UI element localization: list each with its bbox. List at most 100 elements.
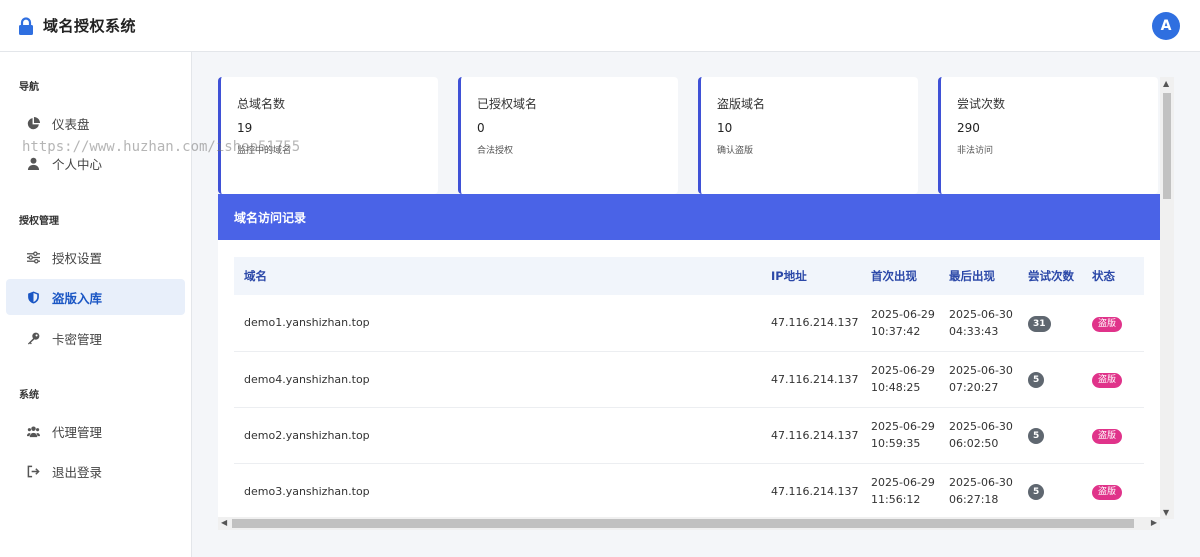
date-text: 2025-06-30 — [949, 476, 1013, 489]
column-header-domain[interactable]: 域名 — [234, 257, 761, 295]
column-header-first-seen[interactable]: 首次出现 — [861, 257, 939, 295]
sidebar-section-system: 系统 — [19, 390, 39, 401]
scroll-right-arrow-icon[interactable]: ▶ — [1151, 518, 1157, 527]
stat-note: 非法访问 — [957, 146, 994, 156]
date-text: 2025-06-29 — [871, 476, 935, 489]
cell-attempts: 5 — [1018, 407, 1082, 464]
cell-last-seen: 2025-06-30 07:20:27 — [939, 351, 1018, 408]
count-badge: 5 — [1028, 484, 1045, 500]
vertical-scroll-thumb[interactable] — [1163, 93, 1171, 199]
sidebar-item-dashboard[interactable]: 仪表盘 — [6, 105, 185, 141]
user-icon — [26, 156, 40, 170]
vertical-scrollbar[interactable]: ▲ ▼ — [1160, 77, 1174, 519]
sidebar-section-auth: 授权管理 — [19, 216, 59, 227]
stat-value: 19 — [237, 121, 253, 135]
time-text: 10:59:35 — [871, 437, 921, 450]
stat-note: 合法授权 — [477, 146, 514, 156]
time-text: 04:33:43 — [949, 324, 999, 338]
sidebar-item-label: 代理管理 — [52, 424, 103, 440]
access-log-panel: 域名访问记录 域名 IP地址 首次出现 最后出现 尝试次数 状态 demo1.y… — [218, 194, 1160, 519]
stat-note: 确认盗版 — [717, 146, 754, 156]
stat-note: 监控中的域名 — [237, 146, 292, 156]
count-badge: 5 — [1028, 372, 1045, 388]
date-text: 2025-06-29 — [871, 420, 935, 433]
sidebar: 导航 仪表盘 个人中心 授权管理 授权设置 盗版入库 卡密管理 系统 代理管理 … — [0, 52, 192, 557]
cell-ip: 47.116.214.137 — [761, 295, 861, 352]
stat-value: 290 — [957, 121, 980, 135]
date-text: 2025-06-30 — [949, 364, 1013, 377]
logout-icon — [26, 464, 40, 478]
date-text: 2025-06-30 — [949, 307, 1013, 321]
sidebar-section-nav: 导航 — [19, 82, 39, 93]
sidebar-item-label: 卡密管理 — [52, 331, 103, 347]
column-header-attempts[interactable]: 尝试次数 — [1018, 257, 1082, 295]
time-text: 06:02:50 — [949, 437, 999, 450]
stat-label: 尝试次数 — [957, 97, 1006, 111]
sidebar-item-label: 盗版入库 — [52, 290, 103, 306]
table-row[interactable]: demo4.yanshizhan.top 47.116.214.137 2025… — [234, 351, 1144, 408]
status-badge: 盗版 — [1092, 485, 1123, 500]
cell-attempts: 31 — [1018, 295, 1082, 352]
column-header-ip[interactable]: IP地址 — [761, 257, 861, 295]
time-text: 06:27:18 — [949, 493, 999, 506]
table-header-row: 域名 IP地址 首次出现 最后出现 尝试次数 状态 — [234, 257, 1144, 295]
cell-last-seen: 2025-06-30 06:02:50 — [939, 407, 1018, 464]
count-badge: 31 — [1028, 315, 1051, 332]
sidebar-item-agents[interactable]: 代理管理 — [6, 413, 185, 449]
status-badge: 盗版 — [1092, 373, 1123, 388]
cell-attempts: 5 — [1018, 463, 1082, 519]
cell-domain: demo3.yanshizhan.top — [234, 463, 761, 519]
panel-title: 域名访问记录 — [218, 194, 1160, 240]
cell-status: 盗版 — [1082, 463, 1144, 519]
sidebar-item-auth-settings[interactable]: 授权设置 — [6, 239, 185, 275]
cell-ip: 47.116.214.137 — [761, 407, 861, 464]
stat-value: 10 — [717, 121, 733, 135]
stat-value: 0 — [477, 121, 485, 135]
cell-domain: demo2.yanshizhan.top — [234, 407, 761, 464]
pie-chart-icon — [26, 116, 40, 130]
stat-label: 已授权域名 — [477, 97, 538, 111]
sidebar-item-label: 退出登录 — [52, 464, 103, 480]
shield-icon — [26, 290, 40, 304]
sidebar-item-label: 授权设置 — [52, 250, 103, 266]
sidebar-item-logout[interactable]: 退出登录 — [6, 453, 185, 489]
sidebar-item-label: 个人中心 — [52, 156, 103, 172]
sidebar-item-card-keys[interactable]: 卡密管理 — [6, 320, 185, 356]
time-text: 07:20:27 — [949, 381, 999, 394]
scroll-left-arrow-icon[interactable]: ◀ — [221, 518, 227, 527]
cell-attempts: 5 — [1018, 351, 1082, 408]
horizontal-scroll-thumb[interactable] — [232, 519, 1134, 528]
app-title: 域名授权系统 — [43, 17, 137, 35]
stat-card-pirated: 盗版域名 10 确认盗版 — [698, 77, 918, 194]
sliders-icon — [26, 250, 40, 264]
cell-ip: 47.116.214.137 — [761, 463, 861, 519]
sidebar-item-profile[interactable]: 个人中心 — [6, 145, 185, 181]
sidebar-item-piracy[interactable]: 盗版入库 — [6, 279, 185, 315]
time-text: 10:37:42 — [871, 324, 921, 338]
avatar[interactable]: A — [1152, 12, 1180, 40]
column-header-last-seen[interactable]: 最后出现 — [939, 257, 1018, 295]
table-row[interactable]: demo3.yanshizhan.top 47.116.214.137 2025… — [234, 463, 1144, 519]
date-text: 2025-06-29 — [871, 307, 935, 321]
cell-status: 盗版 — [1082, 407, 1144, 464]
users-icon — [26, 424, 40, 438]
scroll-down-arrow-icon[interactable]: ▼ — [1163, 508, 1169, 517]
table-row[interactable]: demo2.yanshizhan.top 47.116.214.137 2025… — [234, 407, 1144, 464]
time-text: 11:56:12 — [871, 493, 921, 506]
cell-domain: demo4.yanshizhan.top — [234, 351, 761, 408]
lock-icon — [19, 16, 33, 35]
scroll-up-arrow-icon[interactable]: ▲ — [1163, 79, 1169, 88]
horizontal-scrollbar[interactable]: ◀ ▶ — [218, 517, 1160, 530]
brand[interactable]: 域名授权系统 — [18, 15, 136, 36]
time-text: 10:48:25 — [871, 381, 921, 394]
stat-card-attempts: 尝试次数 290 非法访问 — [938, 77, 1158, 194]
access-log-table: 域名 IP地址 首次出现 最后出现 尝试次数 状态 demo1.yanshizh… — [234, 257, 1144, 519]
cell-first-seen: 2025-06-29 10:37:42 — [861, 295, 939, 352]
sidebar-item-label: 仪表盘 — [52, 116, 90, 132]
status-badge: 盗版 — [1092, 316, 1123, 332]
table-row[interactable]: demo1.yanshizhan.top 47.116.214.137 2025… — [234, 295, 1144, 352]
main-content: 总域名数 19 监控中的域名 已授权域名 0 合法授权 盗版域名 10 确认盗版… — [218, 77, 1160, 519]
cell-status: 盗版 — [1082, 295, 1144, 352]
column-header-status[interactable]: 状态 — [1082, 257, 1144, 295]
cell-last-seen: 2025-06-30 04:33:43 — [939, 295, 1018, 352]
